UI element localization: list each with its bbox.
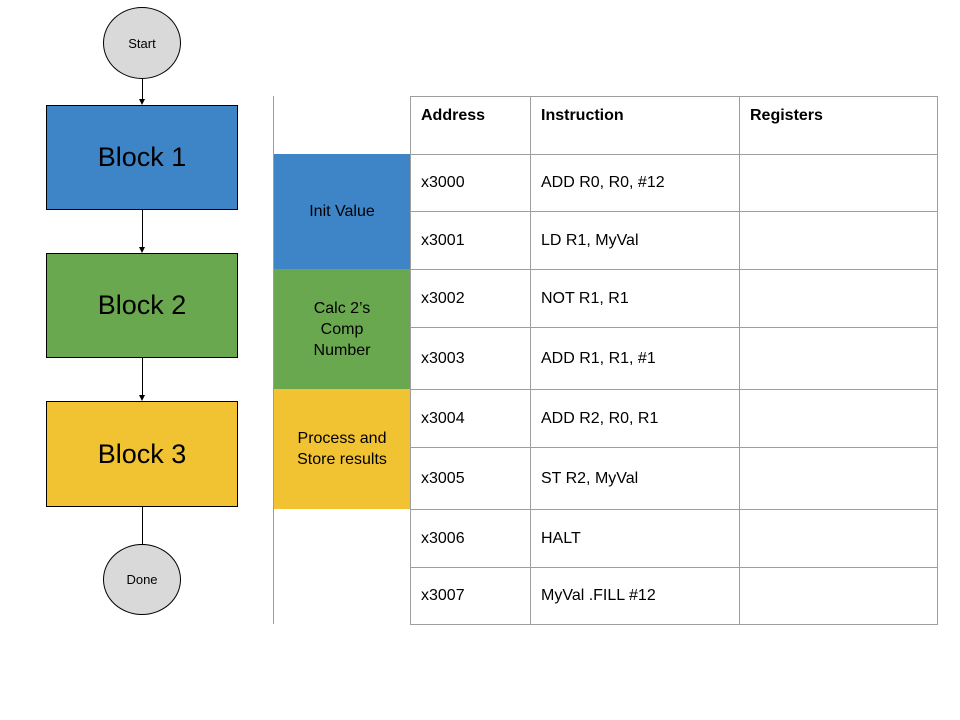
registers-cell[interactable] [739, 389, 938, 448]
table-row: x3007 MyVal .FILL #12 [410, 567, 938, 625]
instruction-cell: LD R1, MyVal [530, 211, 740, 270]
table-header-row: Address Instruction Registers [410, 96, 938, 155]
flow-block-1-label: Block 1 [97, 142, 187, 172]
done-terminal: Done [103, 544, 181, 615]
address-cell: x3002 [410, 269, 531, 328]
table-row: x3001 LD R1, MyVal [410, 211, 938, 270]
flow-block-3-label: Block 3 [97, 438, 187, 469]
registers-cell[interactable] [739, 269, 938, 328]
registers-cell[interactable] [739, 509, 938, 568]
registers-cell[interactable] [739, 567, 938, 625]
table-row: x3000 ADD R0, R0, #12 [410, 154, 938, 212]
connector-block3-done [142, 507, 143, 545]
table-row: x3005 ST R2, MyVal [410, 447, 938, 510]
instruction-cell: ADD R0, R0, #12 [530, 154, 740, 212]
registers-cell[interactable] [739, 154, 938, 212]
instruction-cell: NOT R1, R1 [530, 269, 740, 328]
address-cell: x3001 [410, 211, 531, 270]
header-instruction: Instruction [530, 96, 740, 155]
table-row: x3004 ADD R2, R0, R1 [410, 389, 938, 448]
section-init-value: Init Value [274, 154, 410, 269]
header-address: Address [410, 96, 531, 155]
connector-start-block1 [142, 79, 143, 99]
start-terminal: Start [103, 7, 181, 79]
registers-cell[interactable] [739, 327, 938, 390]
flow-block-3: Block 3 [46, 401, 238, 507]
header-registers: Registers [739, 96, 938, 155]
instruction-table: Address Instruction Registers x3000 ADD … [410, 96, 938, 625]
table-row: x3006 HALT [410, 509, 938, 568]
flow-block-2: Block 2 [46, 253, 238, 358]
start-label: Start [128, 35, 156, 51]
section-calc-twos-comp: Calc 2’s Comp Number [274, 269, 410, 389]
address-cell: x3006 [410, 509, 531, 568]
address-cell: x3000 [410, 154, 531, 212]
flow-block-1: Block 1 [46, 105, 238, 210]
address-cell: x3005 [410, 447, 531, 510]
instruction-cell: ADD R2, R0, R1 [530, 389, 740, 448]
registers-cell[interactable] [739, 211, 938, 270]
address-cell: x3004 [410, 389, 531, 448]
connector-block1-block2 [142, 210, 143, 247]
flow-block-2-label: Block 2 [97, 290, 187, 320]
section-label: Process and Store results [297, 430, 387, 468]
connector-block2-block3 [142, 358, 143, 395]
instruction-cell: MyVal .FILL #12 [530, 567, 740, 625]
section-label: Calc 2’s Comp Number [313, 299, 371, 359]
registers-cell[interactable] [739, 447, 938, 510]
address-cell: x3003 [410, 327, 531, 390]
section-process-store: Process and Store results [274, 389, 410, 509]
instruction-cell: HALT [530, 509, 740, 568]
section-label: Init Value [309, 203, 375, 220]
address-cell: x3007 [410, 567, 531, 625]
instruction-cell: ADD R1, R1, #1 [530, 327, 740, 390]
done-label: Done [126, 572, 158, 587]
table-row: x3002 NOT R1, R1 [410, 269, 938, 328]
table-row: x3003 ADD R1, R1, #1 [410, 327, 938, 390]
instruction-cell: ST R2, MyVal [530, 447, 740, 510]
